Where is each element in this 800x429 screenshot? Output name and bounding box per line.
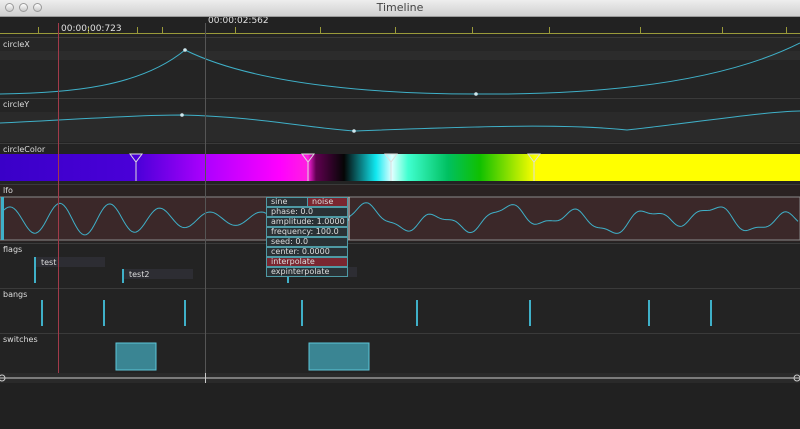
circlex-keyframe[interactable] — [183, 48, 187, 52]
lfo-amplitude-field[interactable]: amplitude: 1.0000 — [266, 217, 348, 227]
lfo-expinterpolate-toggle[interactable]: expinterpolate — [266, 267, 348, 277]
playhead-time-readout: 00:00:00:723 — [61, 24, 122, 34]
hover-time-readout: 00:00:02:562 — [208, 17, 269, 26]
bang-marker[interactable] — [416, 300, 418, 326]
flag-marker[interactable] — [34, 257, 36, 283]
track-circlecolor[interactable]: circleColor — [0, 143, 800, 183]
track-label-circley: circleY — [3, 100, 29, 109]
track-circley[interactable]: circleY — [0, 98, 800, 142]
zoom-scroller[interactable] — [0, 373, 800, 383]
switch-region[interactable] — [115, 342, 157, 371]
flag-marker[interactable] — [122, 269, 124, 283]
title-bar: Timeline — [0, 0, 800, 17]
circlex-keyframe[interactable] — [474, 92, 478, 96]
bang-marker[interactable] — [41, 300, 43, 326]
lfo-start-handle[interactable] — [1, 197, 4, 240]
window-title: Timeline — [376, 1, 424, 14]
circley-keyframe[interactable] — [352, 129, 356, 133]
color-gradient-bar[interactable] — [0, 154, 800, 181]
track-label-bangs: bangs — [3, 290, 27, 299]
track-label-circlex: circleX — [3, 40, 30, 49]
track-circlex[interactable]: circleX — [0, 37, 800, 97]
timeline-content: 00:00:02:562 00:00:00:723 circleX circle… — [0, 17, 800, 429]
track-switches[interactable]: switches — [0, 333, 800, 373]
bang-marker[interactable] — [648, 300, 650, 326]
circley-keyframe[interactable] — [180, 113, 184, 117]
track-label-flags: flags — [3, 245, 22, 254]
bang-marker[interactable] — [301, 300, 303, 326]
lfo-noise-option[interactable]: noise — [307, 197, 348, 207]
track-bangs[interactable]: bangs — [0, 288, 800, 332]
track-label-circlecolor: circleColor — [3, 145, 46, 154]
lfo-sine-option[interactable]: sine — [266, 197, 308, 207]
switch-region[interactable] — [308, 342, 370, 371]
bang-marker[interactable] — [184, 300, 186, 326]
flag-text[interactable]: test — [41, 258, 56, 267]
lfo-interpolate-toggle[interactable]: interpolate — [266, 257, 348, 267]
bang-marker[interactable] — [710, 300, 712, 326]
bang-marker[interactable] — [529, 300, 531, 326]
timeline-canvas: 00:00:02:562 00:00:00:723 circleX circle… — [0, 17, 800, 429]
track-label-switches: switches — [3, 335, 38, 344]
lfo-region[interactable] — [0, 196, 800, 241]
lfo-mode-row: sine noise — [266, 197, 348, 207]
track-flags[interactable]: flags test test2 — [0, 243, 800, 287]
flag-marker[interactable] — [287, 277, 289, 283]
lfo-center-field[interactable]: center: 0.0000 — [266, 247, 348, 257]
bang-marker[interactable] — [103, 300, 105, 326]
flag-text[interactable]: test2 — [129, 270, 149, 279]
timeline-window: Timeline 00:00:02:562 00:00:00:723 circl… — [0, 0, 800, 429]
lfo-frequency-field[interactable]: frequency: 100.0 — [266, 227, 348, 237]
track-lfo[interactable]: lfo — [0, 184, 800, 242]
track-label-lfo: lfo — [3, 186, 13, 195]
empty-area — [0, 383, 800, 429]
lfo-seed-field[interactable]: seed: 0.0 — [266, 237, 348, 247]
lfo-phase-field[interactable]: phase: 0.0 — [266, 207, 348, 217]
